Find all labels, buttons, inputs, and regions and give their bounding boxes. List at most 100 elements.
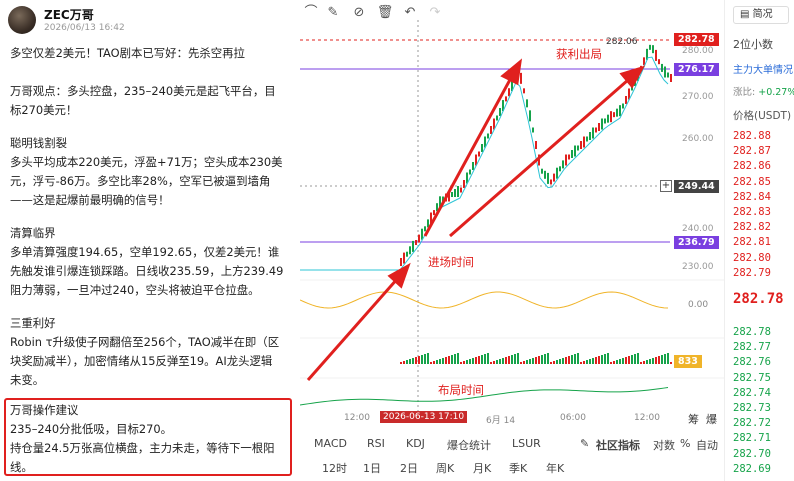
decimal-select[interactable]: 2位小数 [733,36,773,52]
bid-price[interactable]: 282.74 [733,387,771,399]
ask-price[interactable]: 282.88 [733,130,771,142]
candle [658,59,660,65]
volume-tag: 833 [674,355,702,368]
volume-bar [481,355,483,364]
tab-lsur[interactable]: LSUR [512,437,541,450]
volume-bar [649,359,651,364]
price-header: 价格(USDT) [733,110,792,122]
annot-take-profit: 获利出局 [556,47,602,61]
last-price-tag: 282.78 [674,33,719,46]
volume-bar [637,353,639,364]
toggle-percent[interactable]: % [680,437,690,450]
volume-bar [532,358,534,364]
bid-price[interactable]: 282.71 [733,432,771,444]
candle [568,154,570,160]
tab-kdj[interactable]: KDJ [406,437,425,450]
volume-bar [466,360,468,364]
change-row: 涨比: +0.27% [733,84,794,98]
ask-price[interactable]: 282.86 [733,160,771,172]
bid-price[interactable]: 282.78 [733,326,771,338]
ask-price[interactable]: 282.84 [733,191,771,203]
ask-price[interactable]: 282.85 [733,176,771,188]
period-week[interactable]: 周K [436,460,454,476]
volume-bar [520,362,522,364]
volume-bar [646,360,648,364]
candle [589,132,591,140]
volume-bar [424,354,426,364]
ask-price[interactable]: 282.82 [733,221,771,233]
tab-rsi[interactable]: RSI [367,437,385,450]
change-value: +0.27% [758,87,794,98]
candle [424,226,426,232]
toggle-log[interactable]: 对数 [653,437,675,453]
orderbook-sidebar: ▤ 简况 2位小数 主力大单情况 涨比: +0.27% 价格(USDT) 282… [724,0,794,481]
bid-price[interactable]: 282.72 [733,417,771,429]
chart-canvas[interactable] [300,0,724,481]
tab-liquidation-stats[interactable]: 爆仓统计 [447,437,491,453]
period-year[interactable]: 年K [546,460,564,476]
toggle-auto[interactable]: 自动 [696,437,718,453]
candle [553,173,555,182]
candle [478,151,480,157]
volume-bar [508,356,510,364]
volume-bar [664,354,666,364]
volume-bar [583,361,585,364]
candle [520,72,522,84]
ask-price[interactable]: 282.79 [733,267,771,279]
tab-community-indicator[interactable]: 社区指标 [596,437,640,453]
red-arrows [306,58,646,381]
period-2d[interactable]: 2日 [400,460,418,476]
bid-price[interactable]: 282.77 [733,341,771,353]
arrow-entry-head [500,58,523,86]
candle [655,49,657,61]
candle [562,160,564,169]
candle [415,240,417,245]
liquidation-toggle[interactable]: 爆 [706,411,717,427]
bid-price[interactable]: 282.70 [733,448,771,460]
candle [601,118,603,130]
candle [499,108,501,116]
candle [421,228,423,240]
bid-price[interactable]: 282.76 [733,356,771,368]
bid-price[interactable]: 282.75 [733,372,771,384]
period-12h[interactable]: 12时 [322,460,347,476]
price-axis-label: 230.00 [682,262,714,272]
avatar[interactable] [8,6,36,34]
period-1d[interactable]: 1日 [363,460,381,476]
add-alert-icon[interactable]: + [660,180,672,192]
bid-price[interactable]: 282.69 [733,463,771,475]
author-name[interactable]: ZEC万哥 [44,6,94,23]
chip-distribution-toggle[interactable]: 筹 [688,411,699,427]
bid-price[interactable]: 282.73 [733,402,771,414]
volume-bar [412,358,414,364]
candle [583,136,585,148]
volume-bar [535,357,537,364]
main-flow-link[interactable]: 主力大单情况 [733,61,793,76]
price-axis-label: 240.00 [682,224,714,234]
time-label: 12:00 [344,413,370,423]
community-indicator-icon[interactable]: ✎ [580,437,589,450]
volume-bar [580,362,582,364]
period-quarter[interactable]: 季K [509,460,527,476]
candle [400,258,402,266]
candle [487,133,489,139]
candle [490,126,492,134]
volume-bar [622,358,624,364]
ask-price[interactable]: 282.83 [733,206,771,218]
candle [406,251,408,257]
candle [649,44,651,50]
kline-chart-area[interactable]: ⌒ ✎ ⊘ 🗑 ↶ ↷ 280.00 270.00 260.00 240.00 … [300,0,724,481]
post-panel: ZEC万哥 2026/06/13 16:42 多空仅差2美元！TAO剧本已写好：… [0,0,300,481]
volume-bar [448,356,450,364]
ask-price[interactable]: 282.87 [733,145,771,157]
period-month[interactable]: 月K [473,460,491,476]
candle [535,141,537,149]
ask-price[interactable]: 282.80 [733,252,771,264]
tab-macd[interactable]: MACD [314,437,347,450]
section1: 聪明钱割裂 多头平均成本220美元，浮盈+71万；空头成本230美 元，浮亏-86… [10,136,283,207]
volume-bar [490,362,492,364]
ask-price[interactable]: 282.81 [733,236,771,248]
change-label: 涨比: [733,87,756,98]
oi-line [300,386,669,406]
overview-button[interactable]: ▤ 简况 [733,6,789,24]
